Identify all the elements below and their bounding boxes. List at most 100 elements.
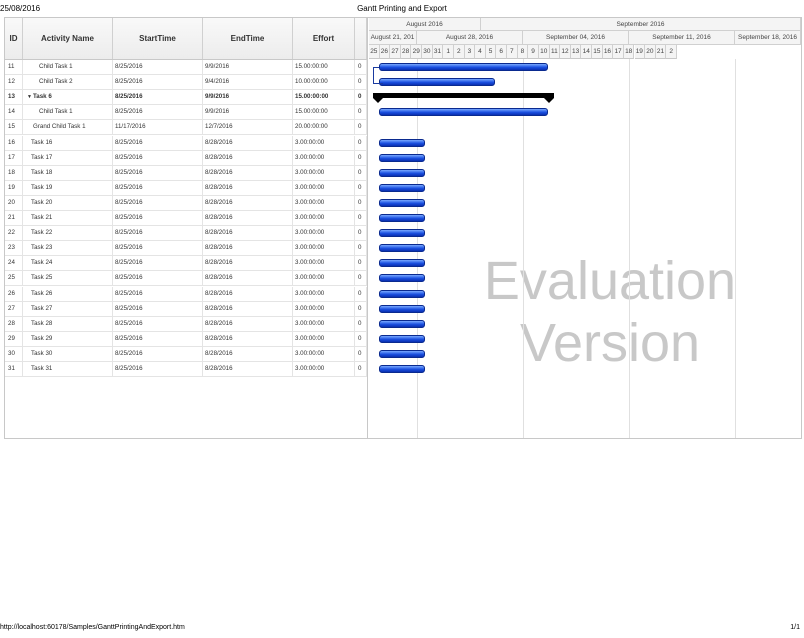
- column-header-start-time[interactable]: StartTime: [113, 18, 203, 59]
- task-bar[interactable]: [379, 229, 425, 238]
- timeline-day: 31: [432, 45, 444, 59]
- row-effort-cell-text: 3.00:00:00: [295, 334, 325, 342]
- row-start-time-cell: 8/25/2016: [113, 135, 203, 150]
- table-row[interactable]: 16 Task 16 8/25/2016 8/28/2016 3.00:00:00 0: [5, 135, 367, 151]
- table-row[interactable]: 26 Task 26 8/25/2016 8/28/2016 3.00:00:00 0: [5, 286, 367, 302]
- task-bar[interactable]: [379, 304, 425, 313]
- row-end-time-cell-text: 8/28/2016: [205, 244, 233, 252]
- table-row[interactable]: 31 Task 31 8/25/2016 8/28/2016 3.00:00:00 0: [5, 362, 367, 377]
- row-activity-name-cell: Task 23: [23, 241, 113, 256]
- column-header-end-time[interactable]: EndTime: [203, 18, 293, 59]
- table-row[interactable]: 22 Task 22 8/25/2016 8/28/2016 3.00:00:00 0: [5, 226, 367, 242]
- row-effort-cell: 3.00:00:00: [293, 241, 355, 256]
- row-effort-cell: 15.00:00:00: [293, 90, 355, 105]
- table-row[interactable]: 30 Task 30 8/25/2016 8/28/2016 3.00:00:00 0: [5, 346, 367, 362]
- table-row[interactable]: 11 Child Task 1 8/25/2016 9/9/2016 15.00:00:…: [5, 60, 367, 75]
- task-bar[interactable]: [379, 289, 425, 298]
- column-header-extra[interactable]: [355, 18, 367, 59]
- row-end-time-cell-text: 8/28/2016: [205, 365, 233, 372]
- timeline-day: 20: [645, 45, 656, 59]
- table-row[interactable]: 27 Task 27 8/25/2016 8/28/2016 3.00:00:00 0: [5, 301, 367, 317]
- row-extra-cell: 0: [355, 105, 367, 120]
- row-start-time-cell-text: 8/25/2016: [115, 259, 143, 267]
- task-bar[interactable]: [379, 244, 425, 253]
- row-id-cell-text: 28: [8, 319, 15, 327]
- timeline-day: 19: [634, 45, 646, 59]
- row-extra-cell-text: 0: [358, 214, 362, 221]
- row-id-cell: 25: [5, 271, 23, 286]
- table-row[interactable]: 19 Task 19 8/25/2016 8/28/2016 3.00:00:00 0: [5, 180, 367, 196]
- row-start-time-cell-text: 8/25/2016: [115, 334, 143, 342]
- row-start-time-cell-text: 8/25/2016: [115, 108, 143, 116]
- row-start-time-cell: 8/25/2016: [113, 286, 203, 301]
- row-activity-name-cell: Task 21: [23, 211, 113, 225]
- row-effort-cell-text: 3.00:00:00: [295, 289, 325, 297]
- task-bar[interactable]: [379, 168, 425, 177]
- table-row[interactable]: 20 Task 20 8/25/2016 8/28/2016 3.00:00:00 0: [5, 195, 367, 211]
- table-row[interactable]: 28 Task 28 8/25/2016 8/28/2016 3.00:00:00 0: [5, 316, 367, 332]
- row-extra-cell: 0: [355, 226, 367, 241]
- column-header-effort[interactable]: Effort: [293, 18, 355, 59]
- table-row[interactable]: 24 Task 24 8/25/2016 8/28/2016 3.00:00:00 0: [5, 256, 367, 272]
- task-bar[interactable]: [379, 365, 425, 373]
- task-bar[interactable]: [379, 274, 425, 283]
- row-extra-cell: 0: [355, 180, 367, 195]
- row-start-time-cell: 8/25/2016: [113, 150, 203, 165]
- row-activity-name-cell-text: Task 30: [31, 349, 53, 357]
- row-extra-cell-text: 0: [358, 244, 362, 252]
- row-extra-cell-text: 0: [358, 123, 362, 131]
- task-bar[interactable]: [379, 108, 549, 117]
- column-header-id[interactable]: ID: [5, 18, 23, 59]
- task-bar[interactable]: [379, 138, 425, 147]
- timeline-day: 11: [549, 45, 561, 59]
- table-row[interactable]: 25 Task 25 8/25/2016 8/28/2016 3.00:00:00 0: [5, 271, 367, 287]
- table-row[interactable]: 12 Child Task 2 8/25/2016 9/4/2016 10.00:00:…: [5, 75, 367, 91]
- timeline-week: September 04, 2016: [523, 31, 629, 45]
- row-end-time-cell: 8/28/2016: [203, 331, 293, 346]
- task-bar[interactable]: [379, 319, 425, 328]
- row-effort-cell: 3.00:00:00: [293, 331, 355, 346]
- collapse-icon[interactable]: ▼: [27, 90, 32, 104]
- row-id-cell-text: 22: [8, 229, 15, 237]
- table-row[interactable]: 14 Child Task 1 8/25/2016 9/9/2016 15.00:00:…: [5, 105, 367, 121]
- task-bar[interactable]: [379, 78, 496, 87]
- row-effort-cell-text: 3.00:00:00: [295, 349, 325, 357]
- row-id-cell-text: 13: [8, 93, 15, 101]
- row-effort-cell: 3.00:00:00: [293, 195, 355, 210]
- row-id-cell-text: 16: [8, 138, 15, 146]
- task-bar[interactable]: [379, 349, 425, 358]
- task-bar[interactable]: [379, 63, 549, 71]
- task-bar[interactable]: [379, 183, 425, 192]
- task-bar[interactable]: [379, 259, 425, 268]
- row-id-cell-text: 27: [8, 304, 15, 312]
- row-end-time-cell-text: 9/9/2016: [205, 63, 230, 70]
- table-row[interactable]: 15 Grand Child Task 1 11/17/2016 12/7/2016 2…: [5, 120, 367, 136]
- column-header-activity-name[interactable]: Activity Name: [23, 18, 113, 59]
- task-bar[interactable]: [379, 334, 425, 343]
- table-row[interactable]: 17 Task 17 8/25/2016 8/28/2016 3.00:00:00 0: [5, 150, 367, 166]
- timeline-week: August 21, 201: [369, 31, 417, 45]
- table-row[interactable]: 13 ▼Task 6 8/25/2016 9/9/2016 15.00:00:00 0: [5, 90, 367, 106]
- task-bar[interactable]: [379, 214, 425, 222]
- row-effort-cell: 15.00:00:00: [293, 60, 355, 74]
- row-effort-cell: 3.00:00:00: [293, 256, 355, 271]
- task-bar[interactable]: [379, 153, 425, 162]
- row-activity-name-cell: Task 22: [23, 226, 113, 241]
- row-id-cell: 18: [5, 165, 23, 180]
- task-bar[interactable]: [379, 198, 425, 207]
- row-activity-name-cell-text: Task 20: [31, 198, 53, 206]
- row-end-time-cell: 8/28/2016: [203, 211, 293, 225]
- week-gridline: [735, 59, 736, 438]
- summary-task-bar[interactable]: [373, 93, 555, 99]
- table-row[interactable]: 23 Task 23 8/25/2016 8/28/2016 3.00:00:00 0: [5, 241, 367, 257]
- row-id-cell: 14: [5, 105, 23, 120]
- table-row[interactable]: 18 Task 18 8/25/2016 8/28/2016 3.00:00:00 0: [5, 165, 367, 181]
- row-activity-name-cell: ▼Task 6: [23, 90, 113, 105]
- table-row[interactable]: 29 Task 29 8/25/2016 8/28/2016 3.00:00:00 0: [5, 331, 367, 347]
- row-activity-name-cell-text: Task 27: [31, 304, 53, 312]
- table-row[interactable]: 21 Task 21 8/25/2016 8/28/2016 3.00:00:00 0: [5, 211, 367, 226]
- row-start-time-cell-text: 8/25/2016: [115, 78, 143, 86]
- row-activity-name-cell-text: Task 22: [31, 229, 53, 237]
- row-effort-cell: 3.00:00:00: [293, 316, 355, 331]
- row-start-time-cell: 8/25/2016: [113, 75, 203, 90]
